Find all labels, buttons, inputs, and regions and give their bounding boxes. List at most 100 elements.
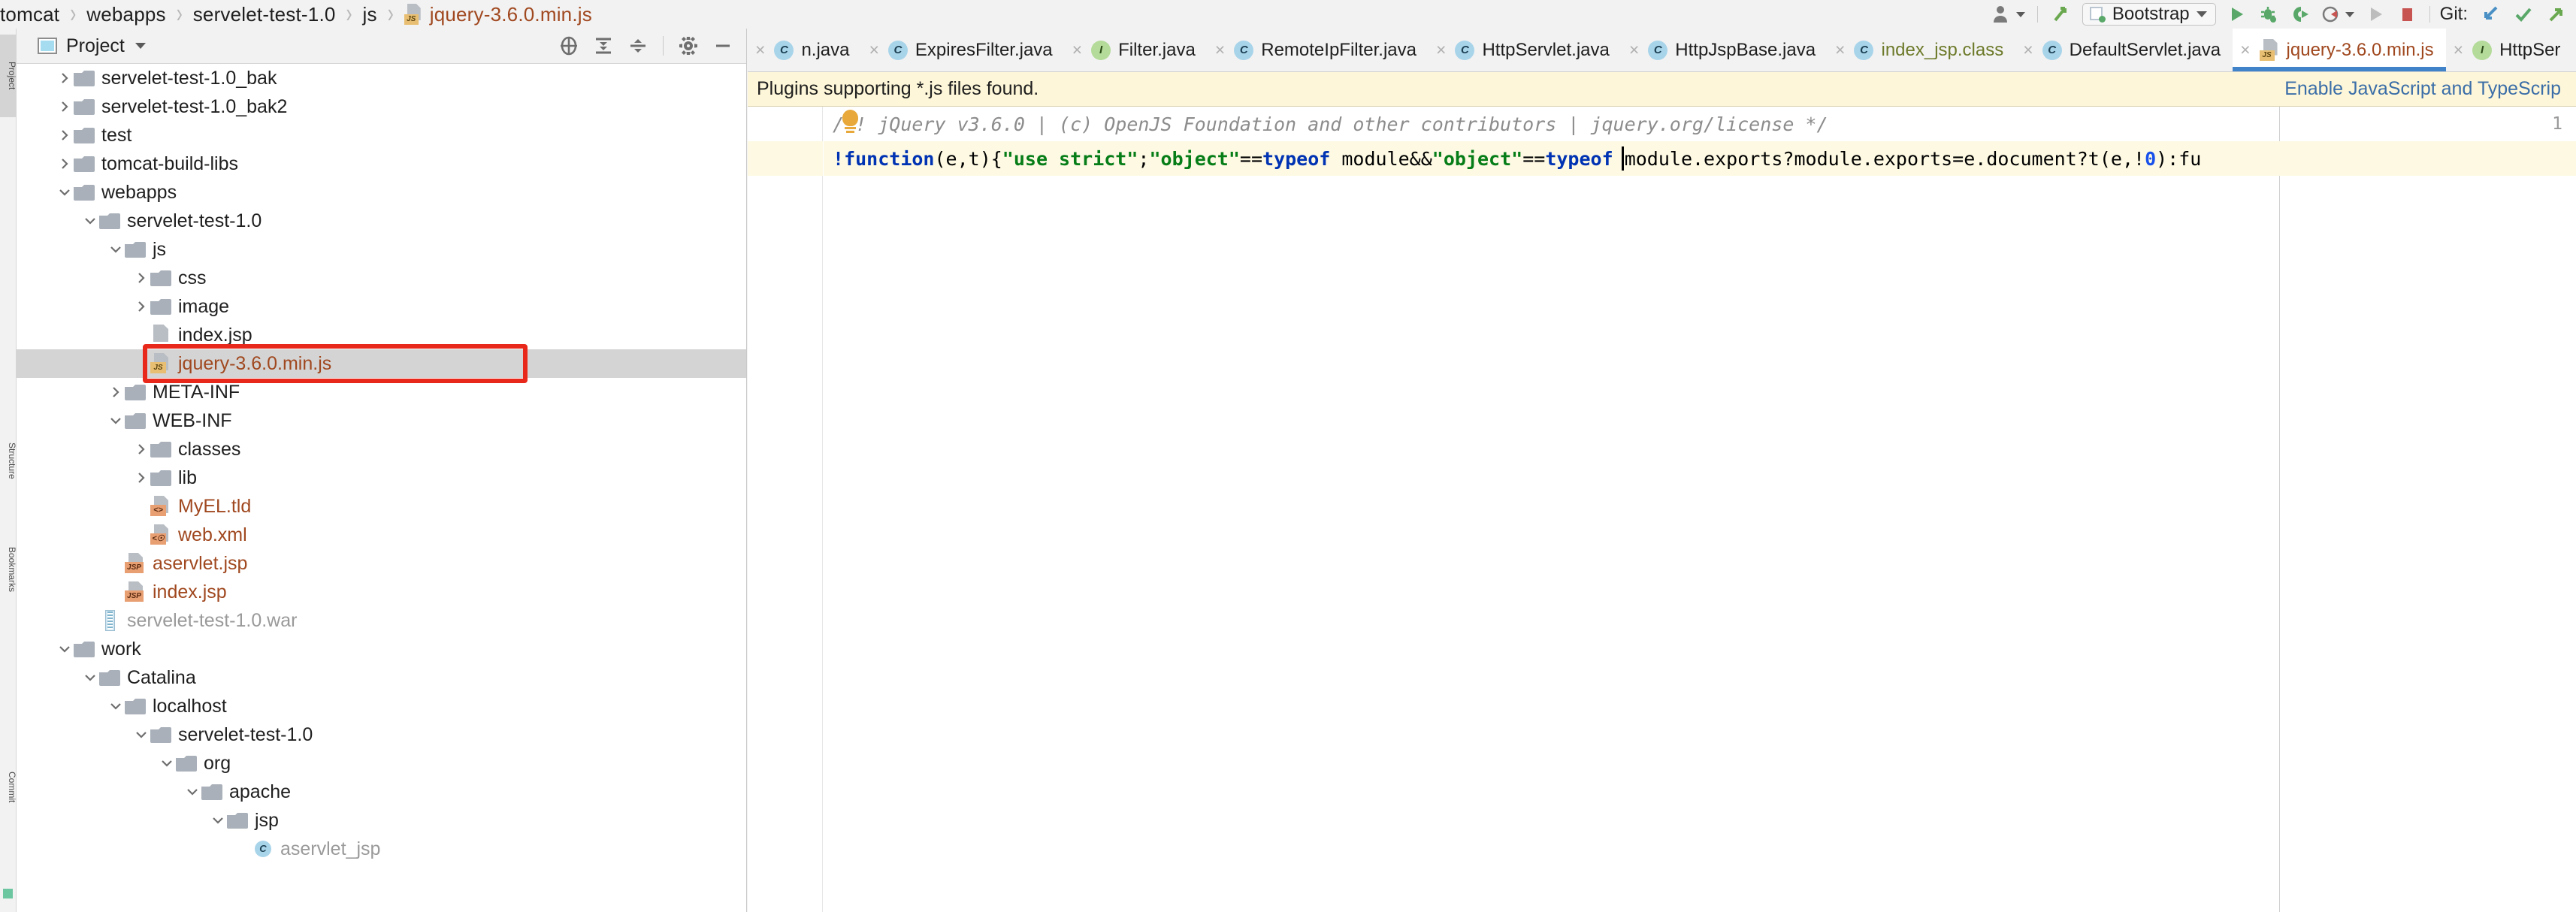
tree-row[interactable]: image (17, 292, 746, 321)
git-update-project-icon[interactable] (2474, 0, 2507, 29)
chevron-down-icon[interactable] (132, 727, 150, 742)
tree-row[interactable]: Caservlet_jsp (17, 835, 746, 863)
tree-row[interactable]: webapps (17, 178, 746, 207)
tree-row[interactable]: META-INF (17, 378, 746, 406)
tree-row[interactable]: servelet-test-1.0 (17, 720, 746, 749)
breadcrumb-file[interactable]: jquery-3.6.0.min.js (430, 3, 592, 26)
rerun-button[interactable] (2360, 0, 2391, 29)
close-icon[interactable]: × (1215, 41, 1225, 59)
chevron-down-icon[interactable] (135, 43, 146, 49)
close-icon[interactable]: × (1629, 41, 1639, 59)
tree-row-selected[interactable]: JS jquery-3.6.0.min.js (17, 349, 746, 378)
debug-button[interactable] (2252, 0, 2284, 29)
chevron-right-icon[interactable] (132, 270, 150, 285)
editor-tab[interactable]: × C HttpJspBase.java (1622, 29, 1828, 71)
chevron-right-icon[interactable] (56, 71, 74, 86)
tree-row[interactable]: Catalina (17, 663, 746, 692)
tree-row[interactable]: apache (17, 778, 746, 806)
tree-row[interactable]: index.jsp (17, 321, 746, 349)
hide-panel-icon[interactable] (707, 31, 739, 61)
chevron-right-icon[interactable] (132, 442, 150, 457)
editor-tab[interactable]: × I HttpSer (2446, 29, 2573, 71)
tree-row[interactable]: test (17, 121, 746, 149)
editor-tab[interactable]: × C RemoteIpFilter.java (1208, 29, 1429, 71)
close-icon[interactable]: × (2240, 41, 2250, 59)
close-icon[interactable]: × (2023, 41, 2033, 59)
chevron-down-icon[interactable] (107, 242, 125, 257)
chevron-right-icon[interactable] (56, 128, 74, 143)
editor-tab[interactable]: × I Filter.java (1065, 29, 1208, 71)
editor-tab[interactable]: × Cindex_jsp.class (1828, 29, 2015, 71)
chevron-down-icon[interactable] (56, 185, 74, 200)
chevron-right-icon[interactable] (132, 470, 150, 485)
editor-tab[interactable]: × C DefaultServlet.java (2015, 29, 2233, 71)
editor-tab[interactable]: × Cn.java (748, 29, 861, 71)
intention-lightbulb-icon[interactable] (839, 110, 862, 135)
editor-tab-active[interactable]: × JS jquery-3.6.0.min.js (2233, 29, 2446, 71)
chevron-right-icon[interactable] (56, 99, 74, 114)
chevron-down-icon[interactable] (56, 642, 74, 657)
code-line[interactable]: / *! jQuery v3.6.0 | (c) OpenJS Foundatio… (824, 107, 2576, 141)
tree-row[interactable]: servelet-test-1.0 (17, 207, 746, 235)
git-commit-icon[interactable] (2507, 0, 2540, 29)
tree-row[interactable]: servelet-test-1.0_bak2 (17, 92, 746, 121)
tree-row[interactable]: work (17, 635, 746, 663)
chevron-down-icon[interactable] (107, 413, 125, 428)
chevron-down-icon[interactable] (107, 699, 125, 714)
tree-row[interactable]: JSP index.jsp (17, 578, 746, 606)
git-push-icon[interactable] (2540, 0, 2573, 29)
chevron-down-icon[interactable] (81, 213, 99, 228)
editor-tab-bar[interactable]: × Cn.java × C ExpiresFilter.java × I Filter.jav… (748, 29, 2576, 72)
project-file-tree[interactable]: servelet-test-1.0_bak servelet-test-1.0_b… (17, 64, 746, 912)
close-icon[interactable]: × (1835, 41, 1845, 59)
chevron-down-icon[interactable] (209, 813, 227, 828)
sidebar-item-structure[interactable]: Structure (0, 419, 17, 502)
close-icon[interactable]: × (1436, 41, 1446, 59)
close-icon[interactable]: × (755, 41, 765, 59)
settings-gear-icon[interactable] (673, 31, 704, 61)
tree-row[interactable]: org (17, 749, 746, 778)
search-everywhere-icon[interactable] (2045, 0, 2078, 29)
stop-button[interactable] (2391, 0, 2423, 29)
enable-js-plugin-link[interactable]: Enable JavaScript and TypeScrip (2284, 78, 2561, 100)
tree-row[interactable]: servelet-test-1.0_bak (17, 64, 746, 92)
expand-all-icon[interactable] (588, 31, 619, 61)
chevron-down-icon[interactable] (183, 784, 201, 799)
breadcrumb-item[interactable]: js (363, 3, 377, 26)
code-editor[interactable]: 1/*! jQuery v3.6.0 | (c) OpenJS Foundati… (748, 107, 2576, 912)
select-opened-file-icon[interactable] (553, 31, 585, 61)
close-icon[interactable]: × (1072, 41, 1082, 59)
tree-row[interactable]: js (17, 235, 746, 264)
chevron-down-icon[interactable] (81, 670, 99, 685)
profile-button[interactable] (2315, 0, 2360, 29)
collapse-all-icon[interactable] (622, 31, 654, 61)
editor-tab[interactable]: × C ExpiresFilter.java (861, 29, 1064, 71)
tree-row[interactable]: jsp (17, 806, 746, 835)
tree-row[interactable]: css (17, 264, 746, 292)
tree-row[interactable]: classes (17, 435, 746, 464)
tree-row[interactable]: <☉ web.xml (17, 521, 746, 549)
close-icon[interactable]: × (2454, 41, 2463, 59)
sidebar-item-project[interactable]: Project (0, 35, 17, 117)
chevron-right-icon[interactable] (56, 156, 74, 171)
tree-row[interactable]: <> MyEL.tld (17, 492, 746, 521)
sidebar-item-commit[interactable]: Commit (0, 750, 17, 825)
tree-row[interactable]: JSP aservlet.jsp (17, 549, 746, 578)
tree-row[interactable]: lib (17, 464, 746, 492)
chevron-right-icon[interactable] (107, 385, 125, 400)
sidebar-item-bookmarks[interactable]: Bookmarks (0, 524, 17, 615)
breadcrumb-item[interactable]: webapps (86, 3, 165, 26)
tree-row[interactable]: localhost (17, 692, 746, 720)
chevron-down-icon[interactable] (158, 756, 176, 771)
editor-tab[interactable]: × C HttpServlet.java (1429, 29, 1622, 71)
tree-row[interactable]: tomcat-build-libs (17, 149, 746, 178)
tree-row[interactable]: WEB-INF (17, 406, 746, 435)
tree-row[interactable]: servelet-test-1.0.war (17, 606, 746, 635)
code-line[interactable]: ! function (e,t){"use strict"; "object" == ty… (824, 141, 2576, 176)
run-with-coverage-button[interactable] (2284, 0, 2315, 29)
run-configuration-selector[interactable]: Bootstrap (2082, 3, 2216, 26)
user-avatar-icon[interactable] (1985, 0, 2030, 29)
breadcrumb-item[interactable]: servelet-test-1.0 (193, 3, 336, 26)
chevron-right-icon[interactable] (132, 299, 150, 314)
breadcrumb-item[interactable]: tomcat (0, 3, 59, 26)
